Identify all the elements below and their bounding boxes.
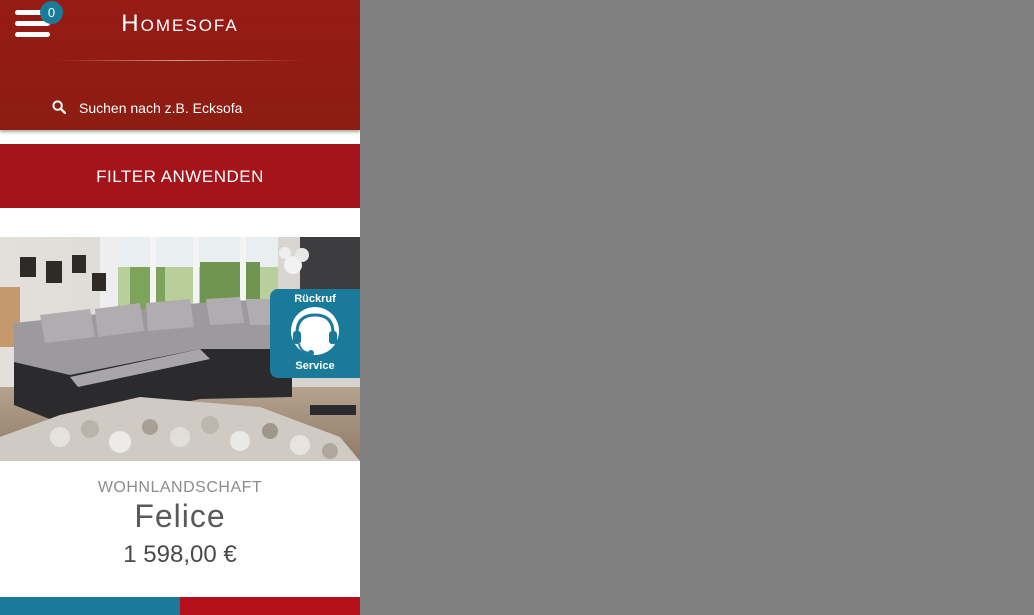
callback-service-button[interactable]: Rückruf Service xyxy=(270,289,360,378)
search-input[interactable]: Suchen nach z.B. Ecksofa xyxy=(52,98,312,120)
header-divider xyxy=(55,60,305,61)
search-placeholder: Suchen nach z.B. Ecksofa xyxy=(79,100,243,116)
header: 0 Homesofa Suchen nach z.B. Ecksofa xyxy=(0,0,360,130)
mobile-panel: 0 Homesofa Suchen nach z.B. Ecksofa FILT… xyxy=(0,0,360,615)
apply-filter-button[interactable]: FILTER ANWENDEN xyxy=(0,144,360,208)
search-icon xyxy=(52,100,66,114)
callback-label-bottom: Service xyxy=(295,360,335,372)
product-category: WOHNLANDSCHAFT xyxy=(97,479,263,496)
product-action-button-right[interactable] xyxy=(180,597,360,615)
product-name[interactable]: Felice xyxy=(0,498,360,535)
product-action-button-left[interactable] xyxy=(0,597,180,615)
logo[interactable]: Homesofa xyxy=(0,10,360,38)
product-price: 1 598,00 € xyxy=(123,541,237,568)
callback-label-top: Rückruf xyxy=(294,293,336,305)
headset-icon xyxy=(291,307,339,356)
page: 0 Homesofa Suchen nach z.B. Ecksofa FILT… xyxy=(0,0,1034,615)
